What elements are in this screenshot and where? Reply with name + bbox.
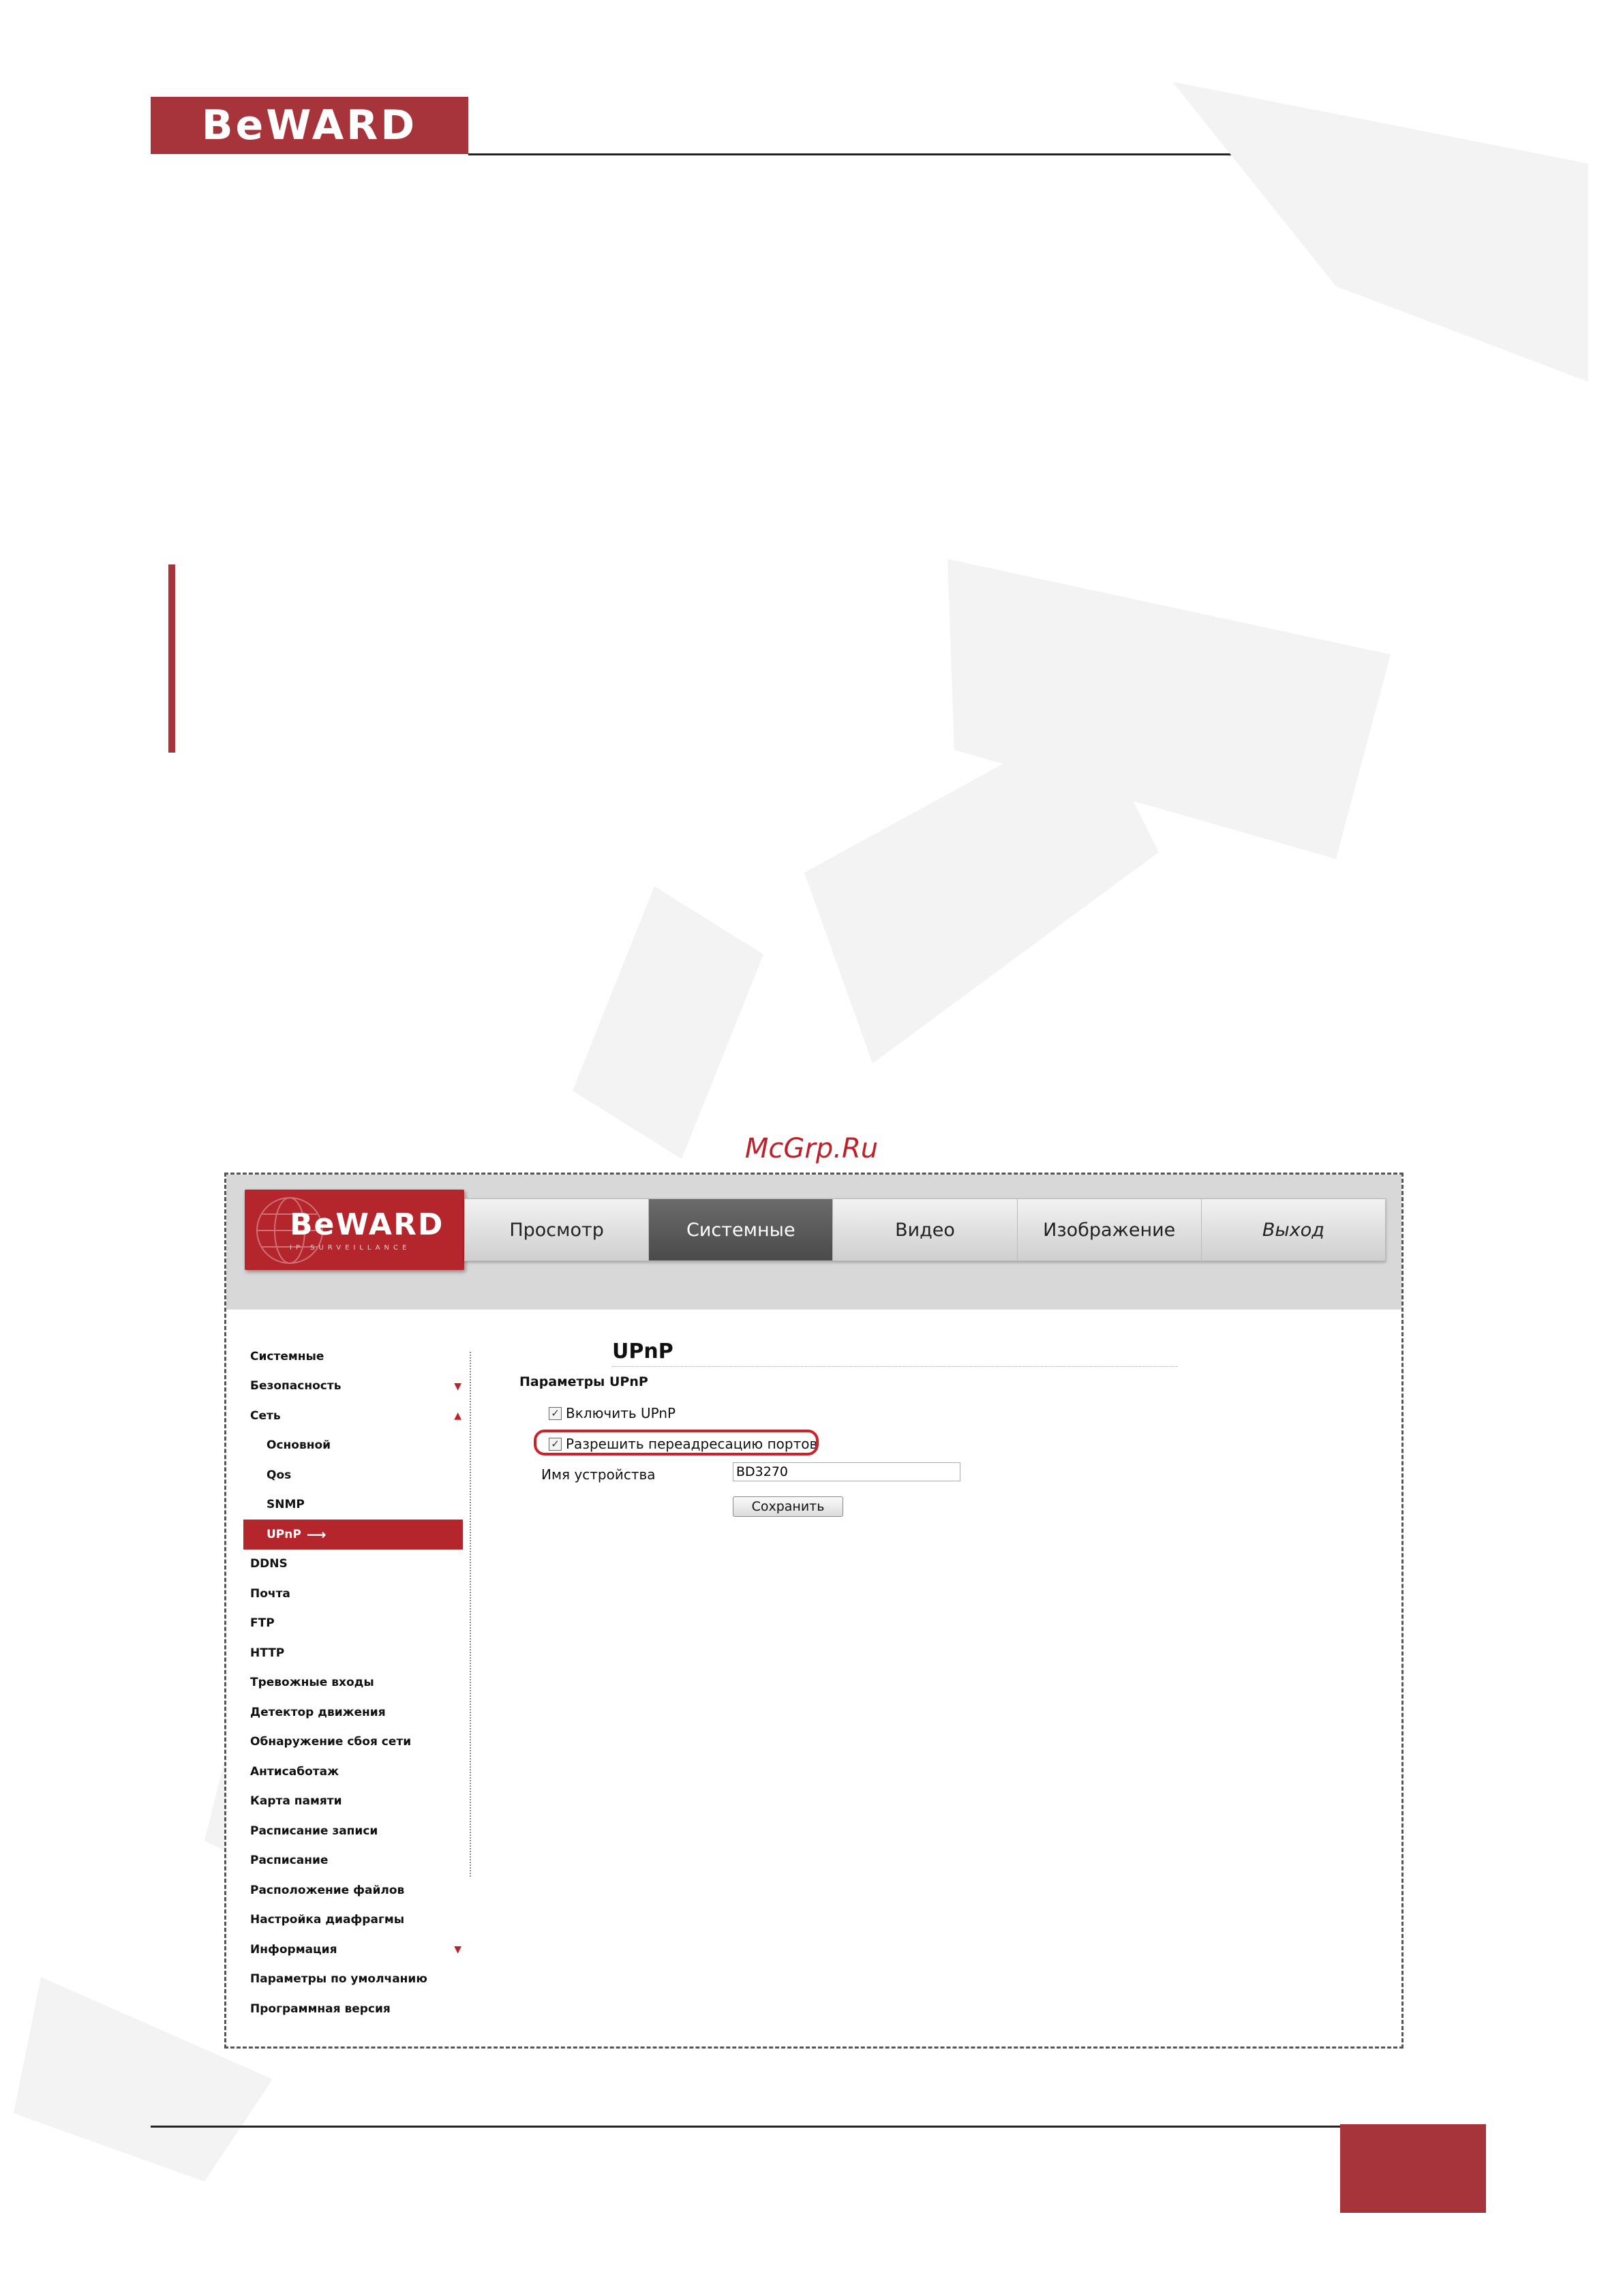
sidebar-item-ftp[interactable]: FTP [243, 1609, 463, 1639]
expand-arrow-icon[interactable]: ▼ [454, 1381, 461, 1392]
sidebar-item-ddns[interactable]: DDNS [243, 1550, 463, 1580]
save-button[interactable]: Сохранить [733, 1496, 843, 1517]
sidebar-item-defaults[interactable]: Параметры по умолчанию [243, 1965, 463, 1995]
sidebar-item-label: Расписание [250, 1854, 329, 1868]
sidebar-item-file-location[interactable]: Расположение файлов [243, 1875, 463, 1905]
sidebar-item-security[interactable]: Безопасность ▼ [243, 1372, 463, 1402]
sidebar-item-label: Антисаботаж [250, 1764, 339, 1779]
sidebar-item-label: Информация [250, 1942, 337, 1957]
enable-upnp-row: ✓ Включить UPnP [549, 1405, 676, 1421]
sidebar-item-http[interactable]: HTTP [243, 1638, 463, 1668]
sidebar-item-label: Почта [250, 1586, 290, 1601]
sidebar-item-label: HTTP [250, 1646, 285, 1660]
sidebar-item-network-failure[interactable]: Обнаружение сбоя сети [243, 1727, 463, 1757]
sidebar-item-label: Расположение файлов [250, 1883, 405, 1897]
page-title: UPnP [612, 1340, 673, 1363]
sidebar-item-label: Детектор движения [250, 1705, 386, 1719]
sidebar-item-qos[interactable]: Qos [243, 1460, 463, 1490]
accent-bar [168, 564, 175, 753]
sidebar-item-schedule[interactable]: Расписание [243, 1846, 463, 1876]
sidebar-item-label: Настройка диафрагмы [250, 1913, 405, 1927]
sidebar-item-label: SNMP [267, 1498, 305, 1512]
sidebar-item-snmp[interactable]: SNMP [243, 1490, 463, 1520]
arrow-right-icon: ⟶ [306, 1526, 327, 1543]
section-title: Параметры UPnP [519, 1374, 648, 1389]
collapse-arrow-icon[interactable]: ▲ [454, 1410, 461, 1421]
sidebar-item-label: Программная версия [250, 2002, 391, 2016]
sidebar-item-iris[interactable]: Настройка диафрагмы [243, 1905, 463, 1935]
sidebar-item-upnp[interactable]: UPnP ⟶ [243, 1520, 463, 1550]
camera-logo-subtext: IP SURVEILLANCE [290, 1244, 411, 1252]
nav-system[interactable]: Системные [649, 1199, 834, 1260]
document-logo-text: BeWARD [201, 102, 418, 149]
sidebar-divider [470, 1352, 471, 1877]
device-name-input[interactable] [733, 1462, 960, 1481]
main-nav: Просмотр Системные Видео Изображение Вых… [464, 1198, 1386, 1261]
sidebar-item-label: Карта памяти [250, 1794, 342, 1809]
highlight-annotation [534, 1430, 819, 1455]
nav-logout[interactable]: Выход [1202, 1199, 1385, 1260]
enable-upnp-checkbox[interactable]: ✓ [549, 1406, 562, 1420]
device-name-label: Имя устройства [541, 1466, 656, 1483]
sidebar-item-network[interactable]: Сеть ▲ [243, 1401, 463, 1431]
sidebar-item-antisabotage[interactable]: Антисаботаж [243, 1757, 463, 1787]
expand-arrow-icon[interactable]: ▼ [454, 1944, 461, 1955]
sidebar-item-info[interactable]: Информация ▼ [243, 1935, 463, 1965]
sidebar-item-memory-card[interactable]: Карта памяти [243, 1787, 463, 1817]
sidebar-item-motion-detector[interactable]: Детектор движения [243, 1697, 463, 1727]
sidebar-item-label: Системные [250, 1349, 324, 1363]
sidebar-item-label: Тревожные входы [250, 1676, 374, 1690]
sidebar-item-label: Qos [267, 1468, 292, 1482]
camera-web-ui: BeWARD IP SURVEILLANCE Просмотр Системны… [224, 1173, 1404, 2049]
sidebar-item-label: DDNS [250, 1557, 288, 1571]
sidebar-item-system[interactable]: Системные [243, 1342, 463, 1372]
sidebar-item-label: UPnP [267, 1527, 301, 1541]
nav-view[interactable]: Просмотр [465, 1199, 650, 1260]
sidebar-item-label: Сеть [250, 1408, 281, 1423]
sidebar-item-label: Параметры по умолчанию [250, 1972, 427, 1987]
sidebar-item-label: FTP [250, 1616, 275, 1631]
enable-upnp-label: Включить UPnP [566, 1405, 676, 1421]
sidebar-item-mail[interactable]: Почта [243, 1579, 463, 1609]
footer-rule [151, 2126, 1340, 2128]
sidebar-item-label: Безопасность [250, 1379, 342, 1393]
nav-image[interactable]: Изображение [1018, 1199, 1202, 1260]
settings-sidebar: Системные Безопасность ▼ Сеть ▲ Основной Q… [243, 1342, 468, 2024]
header-rule [468, 153, 1493, 155]
sidebar-item-firmware[interactable]: Программная версия [243, 1994, 463, 2024]
sidebar-item-record-schedule[interactable]: Расписание записи [243, 1816, 463, 1846]
sidebar-item-label: Обнаружение сбоя сети [250, 1735, 412, 1749]
sidebar-item-basic[interactable]: Основной [243, 1431, 463, 1461]
sidebar-item-alarm-inputs[interactable]: Тревожные входы [243, 1668, 463, 1698]
page-number-box [1340, 2124, 1486, 2213]
document-logo: BeWARD [151, 97, 468, 154]
sidebar-item-label: Основной [267, 1438, 331, 1453]
nav-video[interactable]: Видео [833, 1199, 1018, 1260]
camera-logo: BeWARD IP SURVEILLANCE [245, 1190, 464, 1270]
title-divider [612, 1366, 1178, 1367]
sidebar-item-label: Расписание записи [250, 1824, 378, 1838]
camera-logo-text: BeWARD [290, 1207, 444, 1242]
figure-caption: McGrp.Ru [744, 1133, 879, 1164]
